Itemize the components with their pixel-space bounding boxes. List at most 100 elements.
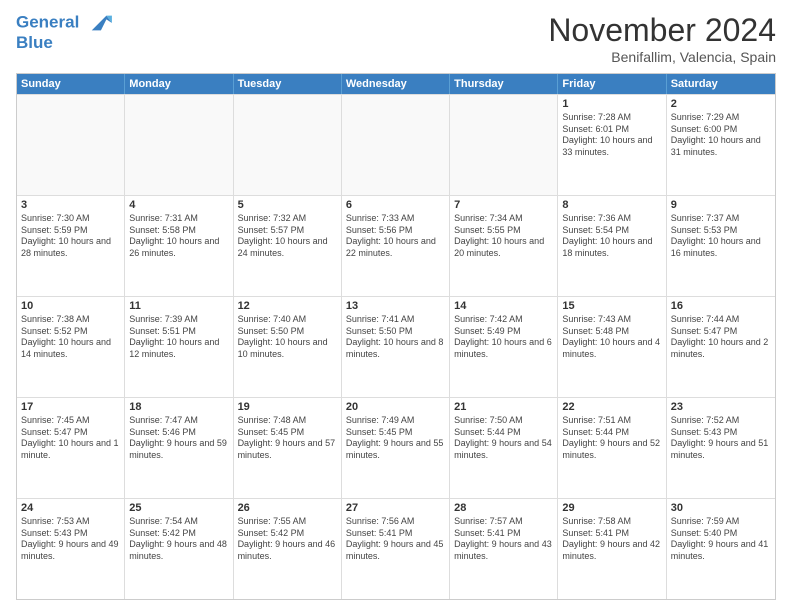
day-info-21: Sunrise: 7:50 AMSunset: 5:44 PMDaylight:… <box>454 415 553 462</box>
day-info-12: Sunrise: 7:40 AMSunset: 5:50 PMDaylight:… <box>238 314 337 361</box>
cal-cell-9: 9Sunrise: 7:37 AMSunset: 5:53 PMDaylight… <box>667 196 775 296</box>
day-info-2: Sunrise: 7:29 AMSunset: 6:00 PMDaylight:… <box>671 112 771 159</box>
header-day-saturday: Saturday <box>667 74 775 94</box>
cal-cell-10: 10 Sunrise: 7:38 AMSunset: 5:52 PMDayligh… <box>17 297 125 397</box>
day-info-22: Sunrise: 7:51 AMSunset: 5:44 PMDaylight:… <box>562 415 661 462</box>
cal-cell-6: 6Sunrise: 7:33 AMSunset: 5:56 PMDaylight… <box>342 196 450 296</box>
day-info-7: Sunrise: 7:34 AMSunset: 5:55 PMDaylight:… <box>454 213 553 260</box>
day-info-20: Sunrise: 7:49 AMSunset: 5:45 PMDaylight:… <box>346 415 445 462</box>
day-info-10: Sunrise: 7:38 AMSunset: 5:52 PMDaylight:… <box>21 314 120 361</box>
day-number-21: 21 <box>454 401 553 413</box>
day-info-4: Sunrise: 7:31 AMSunset: 5:58 PMDaylight:… <box>129 213 228 260</box>
day-info-23: Sunrise: 7:52 AMSunset: 5:43 PMDaylight:… <box>671 415 771 462</box>
day-number-14: 14 <box>454 300 553 312</box>
logo: General Blue <box>16 12 114 53</box>
day-info-28: Sunrise: 7:57 AMSunset: 5:41 PMDaylight:… <box>454 516 553 563</box>
week-row-1: 3Sunrise: 7:30 AMSunset: 5:59 PMDaylight… <box>17 195 775 296</box>
cal-cell-23: 23 Sunrise: 7:52 AMSunset: 5:43 PMDayligh… <box>667 398 775 498</box>
day-info-26: Sunrise: 7:55 AMSunset: 5:42 PMDaylight:… <box>238 516 337 563</box>
day-info-15: Sunrise: 7:43 AMSunset: 5:48 PMDaylight:… <box>562 314 661 361</box>
calendar: SundayMondayTuesdayWednesdayThursdayFrid… <box>16 73 776 600</box>
cal-cell-2: 2Sunrise: 7:29 AMSunset: 6:00 PMDaylight… <box>667 95 775 195</box>
header-day-friday: Friday <box>558 74 666 94</box>
day-number-26: 26 <box>238 502 337 514</box>
day-number-16: 16 <box>671 300 771 312</box>
day-number-18: 18 <box>129 401 228 413</box>
week-row-3: 17Sunrise: 7:45 AMSunset: 5:47 PMDayligh… <box>17 397 775 498</box>
cal-cell-30: 30 Sunrise: 7:59 AMSunset: 5:40 PMDayligh… <box>667 499 775 599</box>
cal-cell-17: 17Sunrise: 7:45 AMSunset: 5:47 PMDayligh… <box>17 398 125 498</box>
week-row-2: 10 Sunrise: 7:38 AMSunset: 5:52 PMDayligh… <box>17 296 775 397</box>
cal-cell-25: 25 Sunrise: 7:54 AMSunset: 5:42 PMDayligh… <box>125 499 233 599</box>
day-number-12: 12 <box>238 300 337 312</box>
day-info-13: Sunrise: 7:41 AMSunset: 5:50 PMDaylight:… <box>346 314 445 361</box>
day-number-6: 6 <box>346 199 445 211</box>
header-day-sunday: Sunday <box>17 74 125 94</box>
cal-cell-26: 26 Sunrise: 7:55 AMSunset: 5:42 PMDayligh… <box>234 499 342 599</box>
day-info-24: Sunrise: 7:53 AMSunset: 5:43 PMDaylight:… <box>21 516 120 563</box>
header-day-thursday: Thursday <box>450 74 558 94</box>
day-number-25: 25 <box>129 502 228 514</box>
day-number-15: 15 <box>562 300 661 312</box>
day-number-29: 29 <box>562 502 661 514</box>
cal-cell-24: 24 Sunrise: 7:53 AMSunset: 5:43 PMDayligh… <box>17 499 125 599</box>
day-number-4: 4 <box>129 199 228 211</box>
day-number-10: 10 <box>21 300 120 312</box>
day-number-28: 28 <box>454 502 553 514</box>
day-number-17: 17 <box>21 401 120 413</box>
cal-cell-empty-3 <box>342 95 450 195</box>
cal-cell-27: 27Sunrise: 7:56 AMSunset: 5:41 PMDayligh… <box>342 499 450 599</box>
calendar-header: SundayMondayTuesdayWednesdayThursdayFrid… <box>17 74 775 94</box>
cal-cell-20: 20Sunrise: 7:49 AMSunset: 5:45 PMDayligh… <box>342 398 450 498</box>
day-info-30: Sunrise: 7:59 AMSunset: 5:40 PMDaylight:… <box>671 516 771 563</box>
cal-cell-14: 14Sunrise: 7:42 AMSunset: 5:49 PMDayligh… <box>450 297 558 397</box>
day-number-23: 23 <box>671 401 771 413</box>
week-row-4: 24 Sunrise: 7:53 AMSunset: 5:43 PMDayligh… <box>17 498 775 599</box>
day-number-24: 24 <box>21 502 120 514</box>
header-day-monday: Monday <box>125 74 233 94</box>
day-info-9: Sunrise: 7:37 AMSunset: 5:53 PMDaylight:… <box>671 213 771 260</box>
cal-cell-12: 12 Sunrise: 7:40 AMSunset: 5:50 PMDayligh… <box>234 297 342 397</box>
header-day-tuesday: Tuesday <box>234 74 342 94</box>
day-number-3: 3 <box>21 199 120 211</box>
cal-cell-11: 11 Sunrise: 7:39 AMSunset: 5:51 PMDayligh… <box>125 297 233 397</box>
header-day-wednesday: Wednesday <box>342 74 450 94</box>
cal-cell-empty-2 <box>234 95 342 195</box>
day-number-19: 19 <box>238 401 337 413</box>
title-block: November 2024 Benifallim, Valencia, Spai… <box>548 12 776 65</box>
cal-cell-15: 15 Sunrise: 7:43 AMSunset: 5:48 PMDayligh… <box>558 297 666 397</box>
cal-cell-28: 28 Sunrise: 7:57 AMSunset: 5:41 PMDayligh… <box>450 499 558 599</box>
day-number-22: 22 <box>562 401 661 413</box>
logo-line2: Blue <box>16 34 114 53</box>
day-number-7: 7 <box>454 199 553 211</box>
cal-cell-29: 29 Sunrise: 7:58 AMSunset: 5:41 PMDayligh… <box>558 499 666 599</box>
cal-cell-8: 8Sunrise: 7:36 AMSunset: 5:54 PMDaylight… <box>558 196 666 296</box>
cal-cell-3: 3Sunrise: 7:30 AMSunset: 5:59 PMDaylight… <box>17 196 125 296</box>
cal-cell-empty-0 <box>17 95 125 195</box>
cal-cell-16: 16Sunrise: 7:44 AMSunset: 5:47 PMDayligh… <box>667 297 775 397</box>
day-info-19: Sunrise: 7:48 AMSunset: 5:45 PMDaylight:… <box>238 415 337 462</box>
day-info-29: Sunrise: 7:58 AMSunset: 5:41 PMDaylight:… <box>562 516 661 563</box>
cal-cell-5: 5Sunrise: 7:32 AMSunset: 5:57 PMDaylight… <box>234 196 342 296</box>
day-info-25: Sunrise: 7:54 AMSunset: 5:42 PMDaylight:… <box>129 516 228 563</box>
week-row-0: 1 Sunrise: 7:28 AMSunset: 6:01 PMDaylight… <box>17 94 775 195</box>
cal-cell-19: 19 Sunrise: 7:48 AMSunset: 5:45 PMDayligh… <box>234 398 342 498</box>
day-info-11: Sunrise: 7:39 AMSunset: 5:51 PMDaylight:… <box>129 314 228 361</box>
day-number-5: 5 <box>238 199 337 211</box>
cal-cell-empty-1 <box>125 95 233 195</box>
day-number-1: 1 <box>562 98 661 110</box>
cal-cell-7: 7 Sunrise: 7:34 AMSunset: 5:55 PMDaylight… <box>450 196 558 296</box>
cal-cell-22: 22 Sunrise: 7:51 AMSunset: 5:44 PMDayligh… <box>558 398 666 498</box>
day-number-13: 13 <box>346 300 445 312</box>
cal-cell-13: 13 Sunrise: 7:41 AMSunset: 5:50 PMDayligh… <box>342 297 450 397</box>
day-info-8: Sunrise: 7:36 AMSunset: 5:54 PMDaylight:… <box>562 213 661 260</box>
month-title: November 2024 <box>548 12 776 49</box>
page-header: General Blue November 2024 Benifallim, V… <box>16 12 776 65</box>
day-info-1: Sunrise: 7:28 AMSunset: 6:01 PMDaylight:… <box>562 112 661 159</box>
day-number-11: 11 <box>129 300 228 312</box>
day-number-30: 30 <box>671 502 771 514</box>
cal-cell-1: 1 Sunrise: 7:28 AMSunset: 6:01 PMDaylight… <box>558 95 666 195</box>
logo-line1: General <box>16 12 114 34</box>
day-info-27: Sunrise: 7:56 AMSunset: 5:41 PMDaylight:… <box>346 516 445 563</box>
cal-cell-empty-4 <box>450 95 558 195</box>
